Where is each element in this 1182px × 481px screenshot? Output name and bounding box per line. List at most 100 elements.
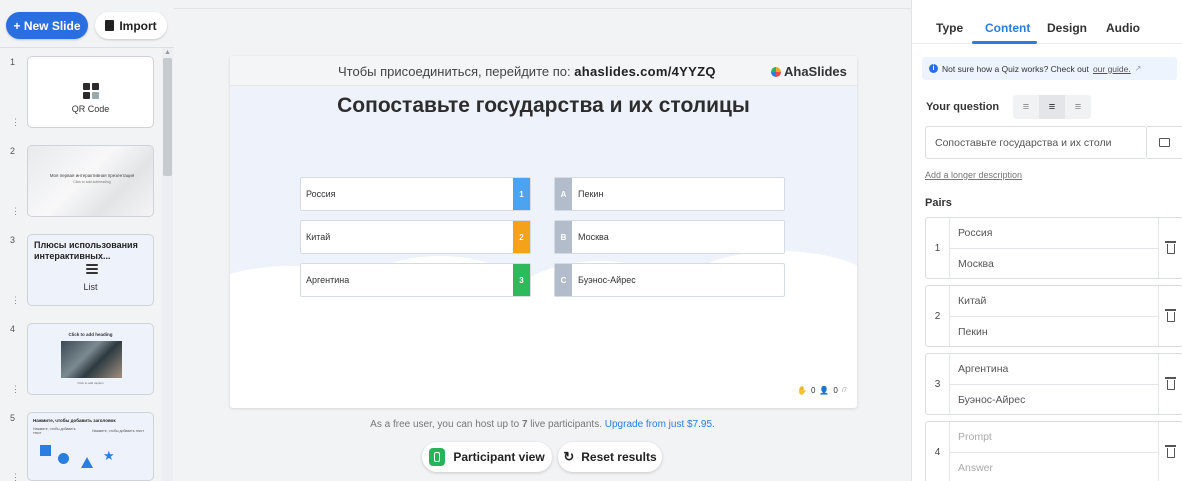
slide-thumbnail-3[interactable]: Плюсы использования интерактивных... Lis…: [27, 234, 154, 306]
star-shape-icon: ★: [103, 448, 115, 463]
right-item-letter: B: [555, 221, 572, 253]
align-right-icon[interactable]: ≡: [1065, 95, 1091, 119]
pair-number: 2: [926, 286, 950, 346]
pair-answer-input[interactable]: Буэнос-Айрес: [958, 394, 1025, 406]
sidebar-scroll-thumb[interactable]: [163, 58, 172, 176]
slide-thumbnail-1[interactable]: QR Code: [27, 56, 154, 128]
slide-number: 1: [10, 57, 16, 67]
left-item: Аргентина 3: [300, 263, 531, 297]
triangle-shape-icon: [81, 457, 93, 468]
right-item: B Москва: [554, 220, 785, 254]
slide-label: List: [83, 282, 98, 292]
tab-content[interactable]: Content: [985, 21, 1030, 35]
participant-view-button[interactable]: Participant view: [422, 442, 552, 472]
align-left-icon[interactable]: ≡: [1013, 95, 1039, 119]
pair-number: 1: [926, 218, 950, 278]
join-instructions-bar: Чтобы присоединиться, перейдите по: ahas…: [230, 56, 857, 86]
external-link-icon[interactable]: ↗: [1135, 64, 1142, 73]
pair-card: 1 Россия Москва: [925, 217, 1182, 279]
align-center-icon[interactable]: ≡: [1039, 95, 1065, 119]
quiz-info-banner: i Not sure how a Quiz works? Check out o…: [922, 57, 1177, 80]
slide-image: [61, 341, 122, 378]
trash-icon: [1165, 241, 1176, 254]
delete-pair-button[interactable]: [1158, 422, 1182, 481]
reset-results-button[interactable]: ↻ Reset results: [558, 442, 662, 472]
right-item: C Буэнос-Айрес: [554, 263, 785, 297]
pair-card: 4 Prompt Answer: [925, 421, 1182, 481]
phone-icon: [429, 448, 446, 466]
scroll-up-arrow-icon[interactable]: ▲: [164, 49, 171, 56]
left-item-text: Россия: [306, 189, 336, 199]
list-icon: [86, 264, 98, 274]
slide-menu-icon[interactable]: ⋮: [11, 117, 20, 128]
brand-name: AhaSlides: [784, 64, 847, 79]
slide-canvas[interactable]: Чтобы присоединиться, перейдите по: ahas…: [230, 56, 857, 408]
left-item-number: 3: [513, 264, 530, 296]
pair-answer-input[interactable]: Answer: [958, 462, 993, 474]
circle-shape-icon: [58, 453, 69, 464]
qr-code-icon: [83, 83, 99, 99]
upgrade-link[interactable]: Upgrade from just $7.95.: [605, 419, 715, 430]
slide-text: Нажмите, чтобы добавить текст: [33, 427, 76, 435]
pair-divider: [950, 248, 1158, 249]
new-slide-button[interactable]: + New Slide: [6, 12, 88, 39]
question-input[interactable]: Сопоставьте государства и их столи: [925, 126, 1147, 159]
left-item-text: Аргентина: [306, 275, 350, 285]
right-item-text: Москва: [578, 232, 609, 242]
left-item-number: 2: [513, 221, 530, 253]
hand-icon: ✋: [797, 386, 807, 395]
right-item-letter: C: [555, 264, 572, 296]
info-text: Not sure how a Quiz works? Check out: [942, 63, 1089, 74]
image-icon: [1159, 138, 1170, 147]
note-prefix: As a free user, you can host up to: [370, 419, 522, 430]
add-image-button[interactable]: [1147, 126, 1182, 159]
participant-view-label: Participant view: [453, 450, 545, 464]
right-item-letter: A: [555, 178, 572, 210]
delete-pair-button[interactable]: [1158, 286, 1182, 346]
slide-thumbnail-2[interactable]: Моя первая интерактивная презентация Cli…: [27, 145, 154, 217]
pairs-label: Pairs: [925, 197, 952, 209]
slide-title: Плюсы использования интерактивных...: [34, 240, 138, 261]
sidebar-divider: [0, 47, 174, 48]
info-icon: i: [929, 64, 938, 73]
pair-answer-input[interactable]: Москва: [958, 258, 994, 270]
slide-menu-icon[interactable]: ⋮: [11, 206, 20, 217]
pair-divider: [950, 384, 1158, 385]
text-align-group: ≡ ≡ ≡: [1013, 95, 1091, 119]
tab-audio[interactable]: Audio: [1106, 21, 1140, 35]
slide-caption: Click to add caption: [77, 381, 104, 385]
delete-pair-button[interactable]: [1158, 218, 1182, 278]
pair-prompt-input[interactable]: Аргентина: [958, 363, 1008, 375]
slide-thumbnail-4[interactable]: Click to add heading Click to add captio…: [27, 323, 154, 395]
slide-menu-icon[interactable]: ⋮: [11, 295, 20, 306]
pair-answer-input[interactable]: Пекин: [958, 326, 988, 338]
pair-prompt-input[interactable]: Россия: [958, 227, 992, 239]
tab-type[interactable]: Type: [936, 21, 963, 35]
settings-panel: Type Content Design Audio i Not sure how…: [911, 0, 1182, 481]
join-instructions: Чтобы присоединиться, перейдите по: ahas…: [338, 64, 716, 79]
left-item: Россия 1: [300, 177, 531, 211]
panel-tabs: Type Content Design Audio: [912, 0, 1182, 44]
slide-title: Click to add heading: [68, 332, 113, 337]
tab-design[interactable]: Design: [1047, 21, 1087, 35]
question-title[interactable]: Сопоставьте государства и их столицы: [230, 94, 857, 118]
delete-pair-button[interactable]: [1158, 354, 1182, 414]
pair-number: 4: [926, 422, 950, 481]
active-tab-indicator: [972, 41, 1037, 44]
slide-text: Нажмите, чтобы добавить текст: [92, 429, 144, 433]
slide-menu-icon[interactable]: ⋮: [11, 384, 20, 395]
pair-number: 3: [926, 354, 950, 414]
free-user-note: As a free user, you can host up to 7 liv…: [174, 419, 911, 430]
slide-menu-icon[interactable]: ⋮: [11, 472, 20, 481]
participants-icon: 👤: [819, 386, 830, 395]
pair-prompt-input[interactable]: Китай: [958, 295, 986, 307]
trash-icon: [1165, 309, 1176, 322]
slide-title: Нажмите, чтобы добавить заголовок: [33, 418, 116, 423]
pair-prompt-input[interactable]: Prompt: [958, 431, 992, 443]
slide-label: QR Code: [71, 104, 110, 114]
add-longer-description-link[interactable]: Add a longer description: [925, 170, 1022, 180]
slide-thumbnail-5[interactable]: Нажмите, чтобы добавить заголовок Нажмит…: [27, 412, 154, 481]
import-button[interactable]: Import: [95, 12, 167, 39]
guide-link[interactable]: our guide.: [1093, 64, 1131, 74]
participants-count: 0: [833, 386, 838, 395]
